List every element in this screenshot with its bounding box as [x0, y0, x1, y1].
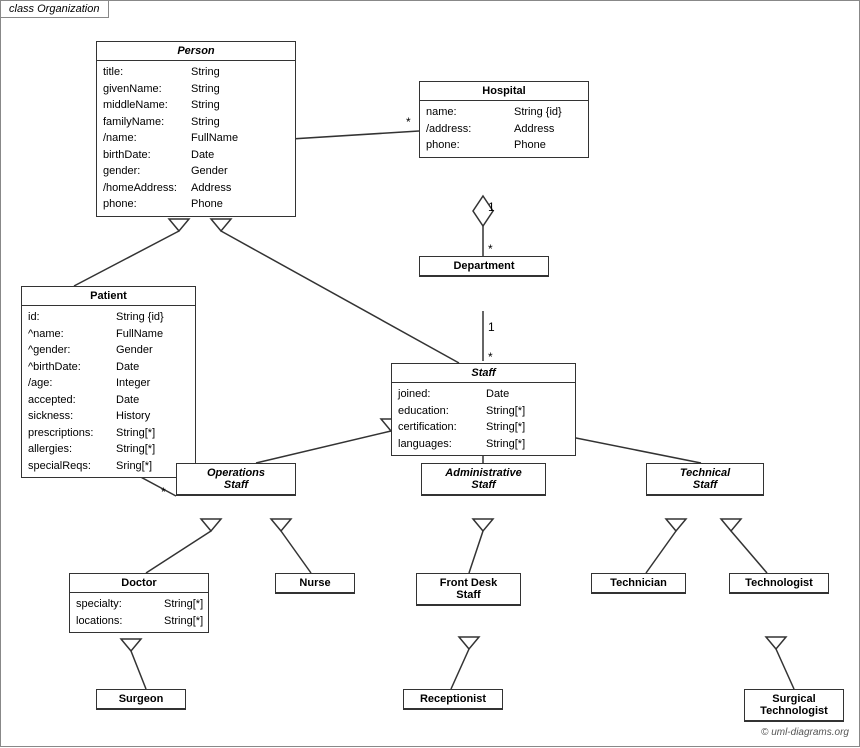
- patient-body: id:String {id} ^name:FullName ^gender:Ge…: [22, 306, 195, 477]
- staff-title: Staff: [392, 364, 575, 383]
- copyright: © uml-diagrams.org: [761, 727, 849, 738]
- diagram-title: class Organization: [1, 1, 109, 18]
- staff-body: joined:Date education:String[*] certific…: [392, 383, 575, 455]
- patient-title: Patient: [22, 287, 195, 306]
- administrative-staff-class: AdministrativeStaff: [421, 463, 546, 496]
- department-class: Department: [419, 256, 549, 277]
- patient-class: Patient id:String {id} ^name:FullName ^g…: [21, 286, 196, 478]
- doctor-body: specialty:String[*] locations:String[*]: [70, 593, 208, 632]
- diagram-container: class Organization * * 1 * 1 *: [0, 0, 860, 747]
- operations-staff-class: OperationsStaff: [176, 463, 296, 496]
- front-desk-staff-title: Front DeskStaff: [417, 574, 520, 605]
- doctor-class: Doctor specialty:String[*] locations:Str…: [69, 573, 209, 633]
- technician-class: Technician: [591, 573, 686, 594]
- hospital-body: name:String {id} /address:Address phone:…: [420, 101, 588, 157]
- svg-text:1: 1: [488, 320, 495, 334]
- department-title: Department: [420, 257, 548, 276]
- technologist-title: Technologist: [730, 574, 828, 593]
- operations-staff-title: OperationsStaff: [177, 464, 295, 495]
- svg-text:*: *: [406, 115, 411, 129]
- doctor-title: Doctor: [70, 574, 208, 593]
- staff-class: Staff joined:Date education:String[*] ce…: [391, 363, 576, 456]
- svg-text:*: *: [488, 350, 493, 364]
- surgical-technologist-title: SurgicalTechnologist: [745, 690, 843, 721]
- receptionist-class: Receptionist: [403, 689, 503, 710]
- hospital-class: Hospital name:String {id} /address:Addre…: [419, 81, 589, 158]
- front-desk-staff-class: Front DeskStaff: [416, 573, 521, 606]
- technician-title: Technician: [592, 574, 685, 593]
- technologist-class: Technologist: [729, 573, 829, 594]
- hospital-title: Hospital: [420, 82, 588, 101]
- person-body: title:String givenName:String middleName…: [97, 61, 295, 216]
- svg-text:*: *: [161, 485, 166, 499]
- surgical-technologist-class: SurgicalTechnologist: [744, 689, 844, 722]
- nurse-class: Nurse: [275, 573, 355, 594]
- person-title: Person: [97, 42, 295, 61]
- person-class: Person title:String givenName:String mid…: [96, 41, 296, 217]
- administrative-staff-title: AdministrativeStaff: [422, 464, 545, 495]
- svg-text:1: 1: [488, 200, 495, 214]
- svg-text:*: *: [488, 242, 493, 256]
- receptionist-title: Receptionist: [404, 690, 502, 709]
- technical-staff-title: TechnicalStaff: [647, 464, 763, 495]
- surgeon-class: Surgeon: [96, 689, 186, 710]
- technical-staff-class: TechnicalStaff: [646, 463, 764, 496]
- nurse-title: Nurse: [276, 574, 354, 593]
- surgeon-title: Surgeon: [97, 690, 185, 709]
